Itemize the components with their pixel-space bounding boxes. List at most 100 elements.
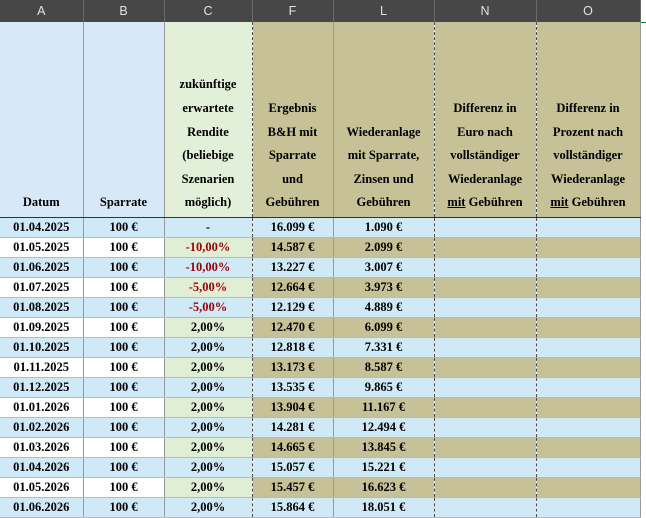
cell-diff-euro[interactable] (434, 497, 537, 518)
cell-rendite[interactable]: -10,00% (164, 237, 253, 258)
cell-diff-euro[interactable] (434, 297, 537, 318)
column-header-f[interactable]: F (252, 0, 334, 22)
cell-ergebnis[interactable]: 12.664 € (252, 277, 334, 298)
cell-diff-euro[interactable] (434, 277, 537, 298)
cell-rendite[interactable]: -5,00% (164, 277, 253, 298)
cell-ergebnis[interactable]: 13.904 € (252, 397, 334, 418)
cell-sparrate[interactable]: 100 € (83, 237, 165, 258)
column-header-o[interactable]: O (536, 0, 641, 22)
cell-diff-pct[interactable] (536, 357, 641, 378)
header-rendite[interactable]: zukünftige erwartete Rendite (beliebige … (164, 22, 253, 218)
cell-datum[interactable]: 01.12.2025 (0, 377, 84, 398)
cell-diff-euro[interactable] (434, 337, 537, 358)
cell-ergebnis[interactable]: 15.457 € (252, 477, 334, 498)
cell-diff-euro[interactable] (434, 217, 537, 238)
cell-wiederanlage[interactable]: 12.494 € (333, 417, 435, 438)
cell-sparrate[interactable]: 100 € (83, 417, 165, 438)
cell-datum[interactable]: 01.01.2026 (0, 397, 84, 418)
cell-diff-euro[interactable] (434, 317, 537, 338)
header-datum[interactable]: Datum (0, 22, 84, 218)
header-wiederanlage[interactable]: Wiederanlage mit Sparrate, Zinsen und Ge… (333, 22, 435, 218)
cell-diff-pct[interactable] (536, 477, 641, 498)
cell-sparrate[interactable]: 100 € (83, 257, 165, 278)
cell-wiederanlage[interactable]: 16.623 € (333, 477, 435, 498)
cell-diff-pct[interactable] (536, 497, 641, 518)
cell-diff-pct[interactable] (536, 277, 641, 298)
cell-diff-euro[interactable] (434, 417, 537, 438)
cell-sparrate[interactable]: 100 € (83, 457, 165, 478)
cell-sparrate[interactable]: 100 € (83, 357, 165, 378)
cell-diff-euro[interactable] (434, 357, 537, 378)
cell-wiederanlage[interactable]: 11.167 € (333, 397, 435, 418)
cell-ergebnis[interactable]: 12.129 € (252, 297, 334, 318)
cell-sparrate[interactable]: 100 € (83, 437, 165, 458)
cell-diff-pct[interactable] (536, 337, 641, 358)
cell-diff-pct[interactable] (536, 257, 641, 278)
cell-datum[interactable]: 01.02.2026 (0, 417, 84, 438)
cell-sparrate[interactable]: 100 € (83, 477, 165, 498)
cell-rendite[interactable]: -10,00% (164, 257, 253, 278)
cell-ergebnis[interactable]: 14.587 € (252, 237, 334, 258)
cell-ergebnis[interactable]: 13.535 € (252, 377, 334, 398)
cell-diff-euro[interactable] (434, 457, 537, 478)
cell-diff-pct[interactable] (536, 297, 641, 318)
cell-sparrate[interactable]: 100 € (83, 317, 165, 338)
cell-sparrate[interactable]: 100 € (83, 217, 165, 238)
cell-diff-pct[interactable] (536, 417, 641, 438)
cell-wiederanlage[interactable]: 2.099 € (333, 237, 435, 258)
column-header-a[interactable]: A (0, 0, 84, 22)
cell-rendite[interactable]: 2,00% (164, 417, 253, 438)
cell-diff-pct[interactable] (536, 217, 641, 238)
cell-wiederanlage[interactable]: 7.331 € (333, 337, 435, 358)
cell-diff-euro[interactable] (434, 257, 537, 278)
column-header-l[interactable]: L (333, 0, 435, 22)
cell-ergebnis[interactable]: 15.864 € (252, 497, 334, 518)
cell-wiederanlage[interactable]: 15.221 € (333, 457, 435, 478)
cell-diff-euro[interactable] (434, 237, 537, 258)
cell-datum[interactable]: 01.07.2025 (0, 277, 84, 298)
cell-datum[interactable]: 01.06.2026 (0, 497, 84, 518)
cell-wiederanlage[interactable]: 13.845 € (333, 437, 435, 458)
cell-ergebnis[interactable]: 12.818 € (252, 337, 334, 358)
cell-datum[interactable]: 01.04.2026 (0, 457, 84, 478)
cell-diff-pct[interactable] (536, 317, 641, 338)
cell-sparrate[interactable]: 100 € (83, 337, 165, 358)
cell-wiederanlage[interactable]: 18.051 € (333, 497, 435, 518)
cell-rendite[interactable]: 2,00% (164, 397, 253, 418)
cell-datum[interactable]: 01.04.2025 (0, 217, 84, 238)
cell-diff-euro[interactable] (434, 377, 537, 398)
cell-rendite[interactable]: -5,00% (164, 297, 253, 318)
header-diff-euro[interactable]: Differenz in Euro nach vollständiger Wie… (434, 22, 537, 218)
cell-datum[interactable]: 01.03.2026 (0, 437, 84, 458)
column-header-n[interactable]: N (434, 0, 537, 22)
cell-ergebnis[interactable]: 15.057 € (252, 457, 334, 478)
cell-sparrate[interactable]: 100 € (83, 397, 165, 418)
cell-sparrate[interactable]: 100 € (83, 297, 165, 318)
cell-rendite[interactable]: 2,00% (164, 477, 253, 498)
cell-wiederanlage[interactable]: 9.865 € (333, 377, 435, 398)
header-ergebnis[interactable]: Ergebnis B&H mit Sparrate und Gebühren (252, 22, 334, 218)
cell-rendite[interactable]: 2,00% (164, 457, 253, 478)
cell-diff-euro[interactable] (434, 477, 537, 498)
cell-rendite[interactable]: 2,00% (164, 357, 253, 378)
cell-wiederanlage[interactable]: 1.090 € (333, 217, 435, 238)
cell-ergebnis[interactable]: 13.173 € (252, 357, 334, 378)
cell-ergebnis[interactable]: 14.281 € (252, 417, 334, 438)
cell-diff-pct[interactable] (536, 397, 641, 418)
cell-rendite[interactable]: 2,00% (164, 317, 253, 338)
cell-diff-pct[interactable] (536, 377, 641, 398)
cell-diff-pct[interactable] (536, 437, 641, 458)
cell-diff-euro[interactable] (434, 397, 537, 418)
cell-ergebnis[interactable]: 16.099 € (252, 217, 334, 238)
cell-datum[interactable]: 01.08.2025 (0, 297, 84, 318)
cell-wiederanlage[interactable]: 3.973 € (333, 277, 435, 298)
cell-wiederanlage[interactable]: 6.099 € (333, 317, 435, 338)
cell-ergebnis[interactable]: 14.665 € (252, 437, 334, 458)
cell-datum[interactable]: 01.10.2025 (0, 337, 84, 358)
cell-datum[interactable]: 01.05.2026 (0, 477, 84, 498)
cell-datum[interactable]: 01.09.2025 (0, 317, 84, 338)
cell-rendite[interactable]: 2,00% (164, 337, 253, 358)
column-header-c[interactable]: C (164, 0, 253, 22)
header-sparrate[interactable]: Sparrate (83, 22, 165, 218)
cell-sparrate[interactable]: 100 € (83, 497, 165, 518)
